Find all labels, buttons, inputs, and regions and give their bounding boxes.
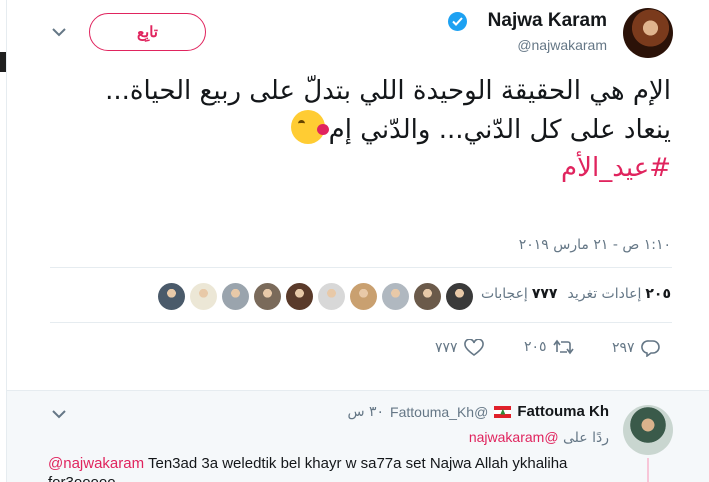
- like-action[interactable]: ٧٧٧: [435, 339, 484, 357]
- hashtag-link[interactable]: #عيد_الأم: [71, 149, 671, 187]
- tweet-text: الإم هي الحقيقة الوحيدة اللي بتدلّ على ر…: [71, 72, 671, 187]
- like-count: ٧٧٧: [435, 340, 458, 356]
- liker-avatars: [158, 283, 473, 310]
- divider: [50, 322, 672, 323]
- reply-text: @najwakaram Ten3ad 3a weledtik bel khayr…: [48, 455, 618, 472]
- reply-author-handle[interactable]: @Fattouma_Kh: [390, 404, 488, 420]
- liker-avatar[interactable]: [350, 283, 377, 310]
- tweet-text-line: ينعاد على كل الدّني... والدّني إم: [71, 110, 671, 149]
- lebanon-flag-icon: [494, 405, 512, 418]
- divider: [50, 267, 672, 268]
- author-handle[interactable]: @najwakaram: [517, 37, 607, 53]
- retweets-count: ٢٠٥: [645, 286, 671, 302]
- liker-avatar[interactable]: [222, 283, 249, 310]
- reply-time[interactable]: ٣٠ س: [347, 404, 384, 420]
- liker-avatar[interactable]: [446, 283, 473, 310]
- reply-author-avatar[interactable]: [623, 405, 673, 455]
- reply-icon: [640, 340, 660, 357]
- author-avatar[interactable]: [623, 8, 673, 58]
- liker-avatar[interactable]: [190, 283, 217, 310]
- reply-text-content: Ten3ad 3a weledtik bel khayr w sa77a set…: [144, 455, 568, 472]
- author-name[interactable]: Najwa Karam: [488, 10, 607, 32]
- likes-label: إعجابات: [480, 286, 528, 302]
- retweet-action[interactable]: ٢٠٥: [524, 339, 575, 355]
- replying-to-label: ردًا على: [563, 430, 609, 446]
- retweet-icon: [552, 339, 574, 355]
- retweet-count: ٢٠٥: [524, 339, 547, 355]
- reply-text-line2: for3ooooo: [48, 474, 116, 482]
- kiss-emoji-icon: [290, 110, 329, 144]
- follow-button[interactable]: تابِع: [89, 13, 206, 51]
- thread-line: [647, 458, 649, 482]
- liker-avatar[interactable]: [286, 283, 313, 310]
- tweet-stats: ٢٠٥إعادات تغريد ٧٧٧إعجابات: [481, 286, 671, 302]
- replying-to: ردًا على @najwakaram: [469, 429, 609, 446]
- retweets-stat[interactable]: ٢٠٥إعادات تغريد: [567, 286, 671, 302]
- chevron-down-icon[interactable]: [51, 409, 67, 419]
- retweets-label: إعادات تغريد: [567, 286, 642, 302]
- reply-action[interactable]: ٢٩٧: [612, 339, 661, 357]
- reply-author-name[interactable]: Fattouma Kh: [517, 403, 609, 420]
- liker-avatar[interactable]: [382, 283, 409, 310]
- tweet-text-line: الإم هي الحقيقة الوحيدة اللي بتدلّ على ر…: [105, 76, 671, 106]
- liker-avatar[interactable]: [254, 283, 281, 310]
- tweet-text-line-content: ينعاد على كل الدّني... والدّني إم: [328, 115, 671, 145]
- likes-stat[interactable]: ٧٧٧إعجابات: [481, 286, 558, 302]
- reply-count: ٢٩٧: [612, 340, 635, 356]
- liker-avatar[interactable]: [158, 283, 185, 310]
- liker-avatar[interactable]: [414, 283, 441, 310]
- chevron-down-icon[interactable]: [51, 27, 67, 37]
- reply-mention[interactable]: @najwakaram: [48, 455, 144, 472]
- likes-count: ٧٧٧: [531, 286, 558, 302]
- reply-header: Fattouma Kh @Fattouma_Kh ٣٠ س: [347, 403, 609, 420]
- heart-icon: [463, 339, 484, 356]
- verified-badge-icon: [448, 12, 467, 31]
- replying-to-handle[interactable]: @najwakaram: [469, 429, 559, 445]
- tweet-timestamp[interactable]: ١:١٠ ص - ٢١ مارس ٢٠١٩: [519, 237, 671, 253]
- liker-avatar[interactable]: [318, 283, 345, 310]
